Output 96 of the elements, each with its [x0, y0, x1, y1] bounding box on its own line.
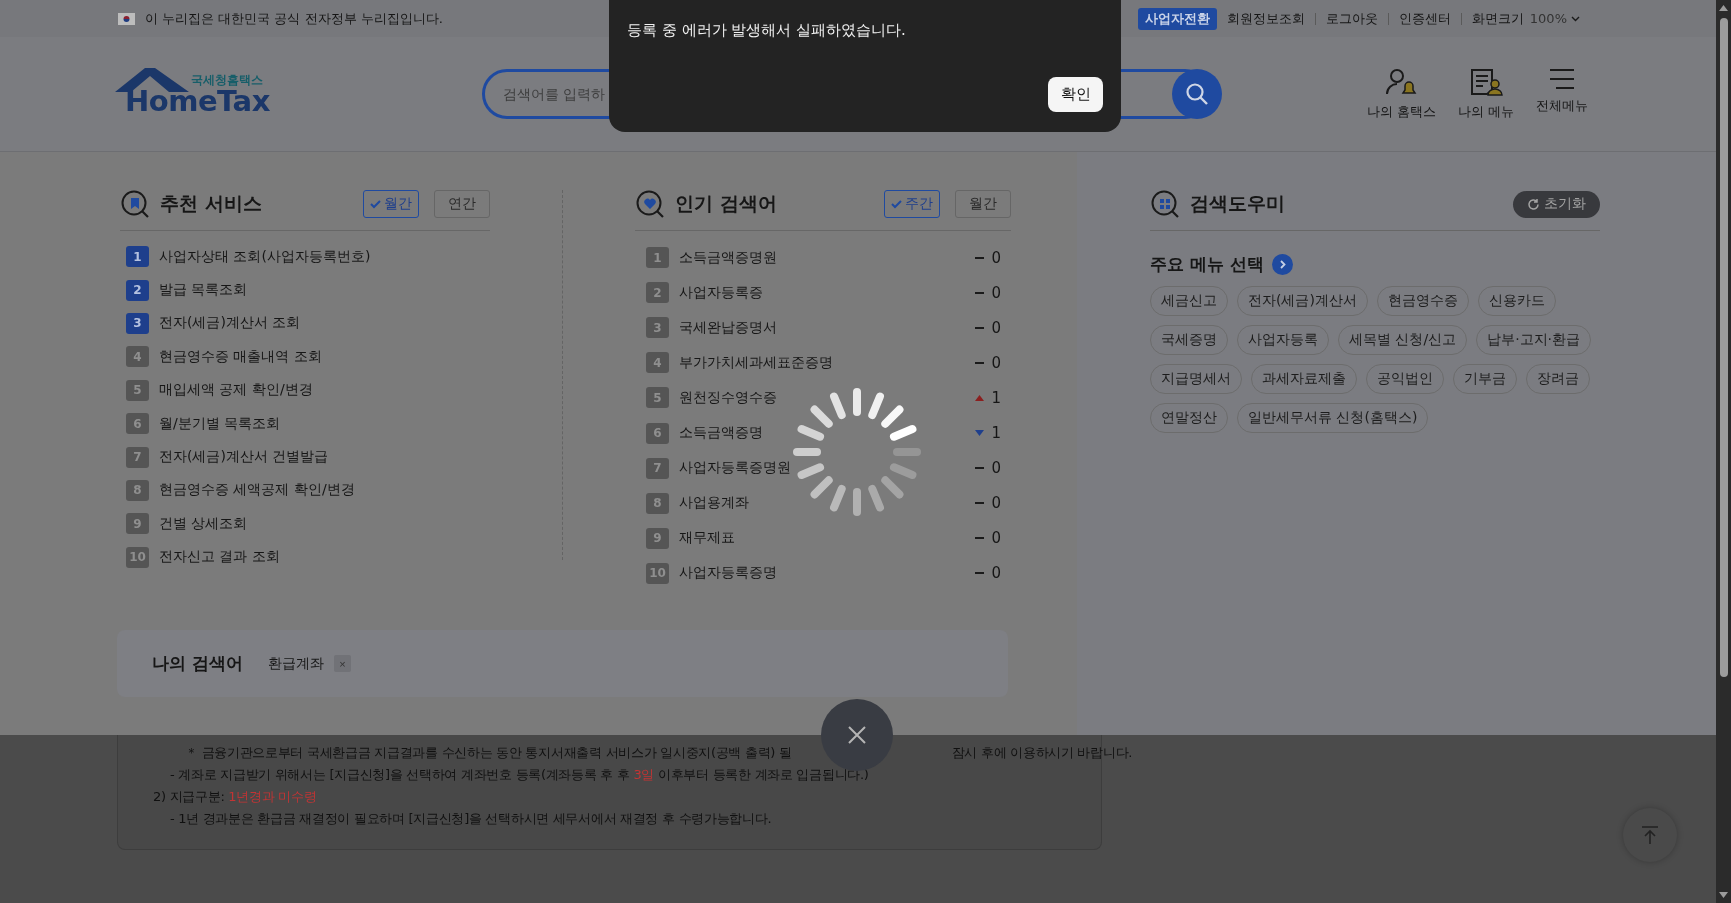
house-roof-icon	[115, 68, 189, 92]
reset-button[interactable]: 초기화	[1513, 190, 1600, 218]
scrollbar-thumb[interactable]	[1720, 18, 1728, 677]
subsection-title: 주요 메뉴 선택	[1150, 253, 1264, 276]
keyword-link[interactable]: 재무제표	[679, 529, 735, 548]
utility-link[interactable]: 인증센터	[1398, 9, 1451, 28]
heart-search-icon	[635, 189, 665, 219]
rank-number: 6	[126, 413, 149, 435]
keyword-link[interactable]: 사업자등록증	[679, 283, 763, 302]
rank-change: 0	[991, 459, 1001, 478]
keyword-link[interactable]: 소득금액증명원	[679, 248, 777, 267]
section-title: 검색도우미	[1190, 191, 1285, 216]
refresh-icon	[1527, 197, 1540, 211]
rank-number: 10	[646, 562, 669, 584]
shortcut-button[interactable]: 전체메뉴	[1536, 67, 1588, 121]
rank-number: 2	[126, 279, 149, 301]
my-searches-title: 나의 검색어	[152, 652, 243, 675]
scroll-down-icon[interactable]	[1719, 892, 1728, 898]
rank-change: 1	[991, 424, 1001, 442]
keyword-link[interactable]: 소득금액증명	[679, 424, 763, 442]
rank-change: 1	[991, 388, 1001, 407]
section-title: 인기 검색어	[675, 191, 777, 216]
rank-number: 1	[126, 246, 149, 268]
rank-number: 10	[126, 546, 149, 568]
keyword-link[interactable]: 사업자등록증명	[679, 564, 777, 583]
rank-number: 1	[646, 247, 669, 269]
rank-number: 7	[126, 446, 149, 468]
rank-number: 8	[126, 479, 149, 501]
utility-link[interactable]: 화면크기	[1471, 9, 1524, 28]
flag-icon	[118, 12, 135, 25]
keyword-link[interactable]: 사업자등록증명원	[679, 459, 791, 478]
bookmark-search-icon	[120, 189, 150, 219]
menu-icon	[1548, 67, 1576, 91]
service-link[interactable]: 전자(세금)계산서 조회	[159, 314, 301, 333]
service-link[interactable]: 현금영수증 매출내역 조회	[159, 347, 322, 366]
logo-caption: 국세청홈택스	[191, 72, 263, 89]
shortcut-button[interactable]: 나의 홈택스	[1366, 67, 1436, 121]
period-tab[interactable]: 월간	[955, 190, 1011, 218]
alert-message: 등록 중 에러가 발생해서 실패하였습니다.	[627, 21, 906, 39]
rank-number: 9	[126, 513, 149, 535]
rank-number: 4	[126, 346, 149, 368]
rank-change: 0	[991, 283, 1001, 302]
rank-number: 5	[646, 387, 669, 409]
confirm-button[interactable]: 확인	[1048, 77, 1103, 112]
keyword-link[interactable]: 부가가치세과세표준증명	[679, 353, 833, 372]
service-link[interactable]: 월/분기별 목록조회	[159, 414, 281, 433]
shortcut-button[interactable]: 나의 메뉴	[1457, 67, 1514, 121]
rank-change: 0	[991, 248, 1001, 267]
rank-number: 5	[126, 379, 149, 401]
notice-text: 2) 지급구분: 1년경과 미수령	[153, 788, 317, 806]
close-icon	[848, 726, 866, 744]
period-tab[interactable]: 주간	[884, 190, 940, 218]
person-bell-icon	[1385, 67, 1418, 97]
rank-change: 0	[991, 318, 1001, 337]
rank-number: 6	[646, 422, 669, 444]
keyword-link[interactable]: 원천징수영수증	[679, 388, 777, 407]
grid-search-icon	[1150, 189, 1180, 219]
section-title: 추천 서비스	[160, 191, 262, 216]
government-notice: 이 누리집은 대한민국 공식 전자정부 누리집입니다.	[145, 9, 443, 28]
arrow-up-bar-icon	[1641, 826, 1659, 844]
search-icon	[1185, 82, 1209, 106]
service-link[interactable]: 매입세액 공제 확인/변경	[159, 381, 313, 400]
rank-change: 0	[991, 494, 1001, 513]
chevron-down-icon	[1571, 15, 1580, 21]
rank-change: 0	[991, 353, 1001, 372]
rank-number: 3	[126, 312, 149, 334]
utility-link[interactable]: 회원정보조회	[1226, 9, 1305, 28]
business-switch-button[interactable]: 사업자전환	[1137, 7, 1217, 30]
keyword-link[interactable]: 국세완납증명서	[679, 318, 777, 337]
service-link[interactable]: 전자신고 결과 조회	[159, 548, 280, 567]
rank-number: 2	[646, 282, 669, 304]
check-icon	[370, 199, 381, 209]
service-link[interactable]: 사업자상태 조회(사업자등록번호)	[159, 247, 371, 266]
zoom-dropdown[interactable]: 100%	[1529, 11, 1580, 26]
period-tab[interactable]: 월간	[363, 190, 419, 218]
rank-number: 4	[646, 352, 669, 374]
document-person-icon	[1468, 67, 1503, 97]
rank-change: 0	[991, 529, 1001, 548]
period-tab[interactable]: 연간	[434, 190, 490, 218]
arrow-circle-icon[interactable]	[1271, 254, 1293, 275]
search-button[interactable]	[1172, 69, 1222, 119]
rank-number: 3	[646, 317, 669, 339]
service-link[interactable]: 현금영수증 세액공제 확인/변경	[159, 481, 355, 500]
service-link[interactable]: 건별 상세조회	[159, 514, 248, 533]
rank-number: 9	[646, 527, 669, 549]
scroll-up-icon[interactable]	[1719, 5, 1728, 11]
remove-term-button[interactable]: ×	[333, 655, 351, 672]
utility-link[interactable]: 로그아웃	[1325, 9, 1378, 28]
service-link[interactable]: 발급 목록조회	[159, 281, 248, 300]
search-term-link[interactable]: 환급계좌	[267, 654, 324, 673]
service-link[interactable]: 전자(세금)계산서 건별발급	[159, 448, 329, 467]
rank-number: 8	[646, 492, 669, 514]
rank-change: 0	[991, 564, 1001, 583]
keyword-link[interactable]: 사업용계좌	[679, 494, 749, 513]
check-icon	[891, 199, 902, 209]
rank-number: 7	[646, 457, 669, 479]
